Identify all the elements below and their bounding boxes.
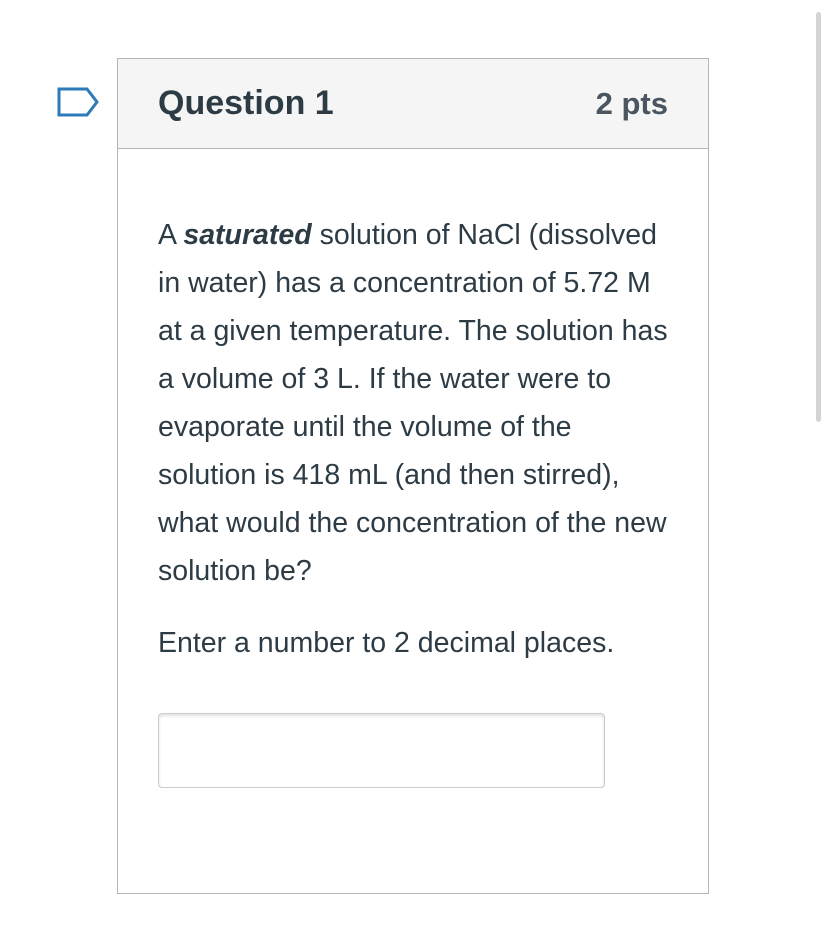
question-instruction: Enter a number to 2 decimal places. <box>158 627 615 659</box>
question-text-start: A <box>158 219 184 251</box>
question-body: A saturated solution of NaCl (dissolved … <box>118 149 708 788</box>
question-text-rest: solution of NaCl (dissolved in water) ha… <box>158 219 668 587</box>
question-title: Question 1 <box>158 84 334 122</box>
question-card: Question 1 2 pts A saturated solution of… <box>117 58 709 894</box>
scrollbar[interactable] <box>816 12 821 422</box>
flag-question-icon[interactable] <box>56 86 100 118</box>
answer-input[interactable] <box>158 713 605 788</box>
question-text: A saturated solution of NaCl (dissolved … <box>158 211 673 595</box>
question-points: 2 pts <box>595 85 668 121</box>
question-emphasis: saturated <box>183 219 312 251</box>
question-header: Question 1 2 pts <box>118 59 708 149</box>
